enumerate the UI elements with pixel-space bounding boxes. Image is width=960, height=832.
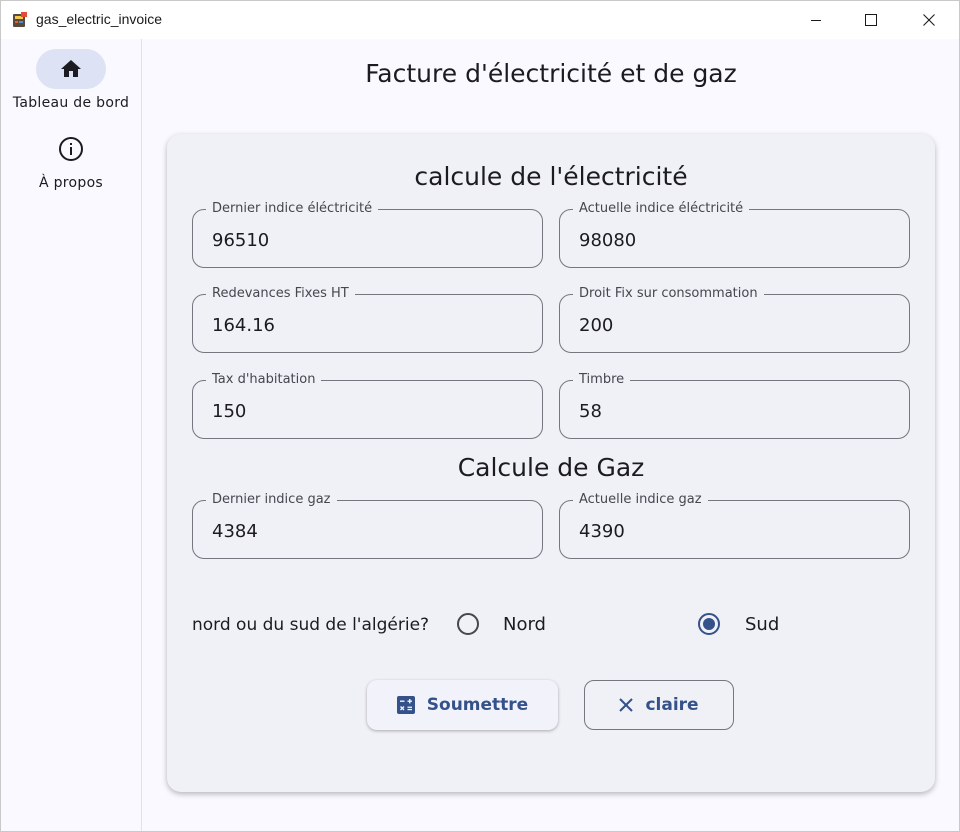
- maximize-icon: [865, 14, 877, 26]
- home-icon: [61, 60, 81, 77]
- rail-item-dashboard[interactable]: Tableau de bord: [1, 49, 141, 111]
- submit-button[interactable]: Soumettre: [367, 680, 558, 730]
- field-value: 200: [579, 315, 614, 336]
- close-icon: [619, 698, 634, 712]
- maximize-button[interactable]: [848, 1, 894, 39]
- field-label: Timbre: [573, 372, 631, 388]
- field-label: Dernier indice gaz: [206, 492, 337, 508]
- radio-nord-label: Nord: [503, 613, 546, 635]
- current-electricity-index-field[interactable]: Actuelle indice éléctricité 98080: [559, 201, 910, 268]
- calculate-icon: [396, 696, 415, 714]
- field-value: 164.16: [212, 315, 275, 336]
- title-bar: gas_electric_invoice: [1, 1, 959, 39]
- field-label: Redevances Fixes HT: [206, 286, 355, 302]
- app-window: gas_electric_invoice Tableau de bord À p…: [0, 0, 960, 832]
- field-value: 58: [579, 401, 602, 422]
- field-label: Dernier indice éléctricité: [206, 201, 379, 217]
- last-gas-index-field[interactable]: Dernier indice gaz 4384: [192, 492, 543, 559]
- rail-item-about-label: À propos: [38, 175, 104, 191]
- minimize-icon: [811, 20, 821, 21]
- close-button[interactable]: [906, 1, 952, 39]
- submit-button-label: Soumettre: [426, 695, 529, 715]
- field-label: Tax d'habitation: [206, 372, 322, 388]
- clear-button[interactable]: claire: [584, 680, 734, 730]
- field-value: 98080: [579, 230, 637, 251]
- radio-sud-label: Sud: [745, 613, 780, 635]
- clear-button-label: claire: [645, 695, 699, 715]
- page-title: Facture d'électricité et de gaz: [365, 59, 737, 88]
- field-value: 4390: [579, 521, 625, 542]
- rail-item-dashboard-indicator: [36, 49, 106, 89]
- invoice-form-card: calcule de l'électricité Dernier indice …: [167, 134, 935, 792]
- field-label: Actuelle indice gaz: [573, 492, 708, 508]
- navigation-rail: Tableau de bord À propos: [1, 39, 142, 831]
- region-question: nord ou du sud de l'algérie?: [192, 615, 430, 635]
- consumption-fixed-fee-field[interactable]: Droit Fix sur consommation 200: [559, 286, 910, 353]
- radio-nord[interactable]: Nord: [456, 612, 546, 636]
- radio-unchecked-icon[interactable]: [456, 612, 480, 636]
- rail-item-about[interactable]: À propos: [1, 129, 141, 191]
- close-icon: [923, 14, 935, 26]
- window-title: gas_electric_invoice: [36, 11, 163, 27]
- rail-item-about-indicator: [36, 129, 106, 169]
- field-label: Actuelle indice éléctricité: [573, 201, 750, 217]
- last-electricity-index-field[interactable]: Dernier indice éléctricité 96510: [192, 201, 543, 268]
- minimize-button[interactable]: [793, 1, 839, 39]
- info-icon: [59, 137, 83, 161]
- housing-tax-field[interactable]: Tax d'habitation 150: [192, 372, 543, 439]
- stamp-field[interactable]: Timbre 58: [559, 372, 910, 439]
- field-value: 96510: [212, 230, 270, 251]
- electricity-section-title: calcule de l'électricité: [414, 162, 688, 191]
- gas-section-title: Calcule de Gaz: [457, 453, 645, 482]
- field-label: Droit Fix sur consommation: [573, 286, 764, 302]
- radio-sud[interactable]: Sud: [697, 612, 779, 636]
- field-value: 150: [212, 401, 247, 422]
- fixed-fees-field[interactable]: Redevances Fixes HT 164.16: [192, 286, 543, 353]
- current-gas-index-field[interactable]: Actuelle indice gaz 4390: [559, 492, 910, 559]
- radio-checked-icon[interactable]: [697, 612, 721, 636]
- field-value: 4384: [212, 521, 258, 542]
- rail-item-dashboard-label: Tableau de bord: [12, 95, 130, 111]
- app-icon: [12, 12, 28, 28]
